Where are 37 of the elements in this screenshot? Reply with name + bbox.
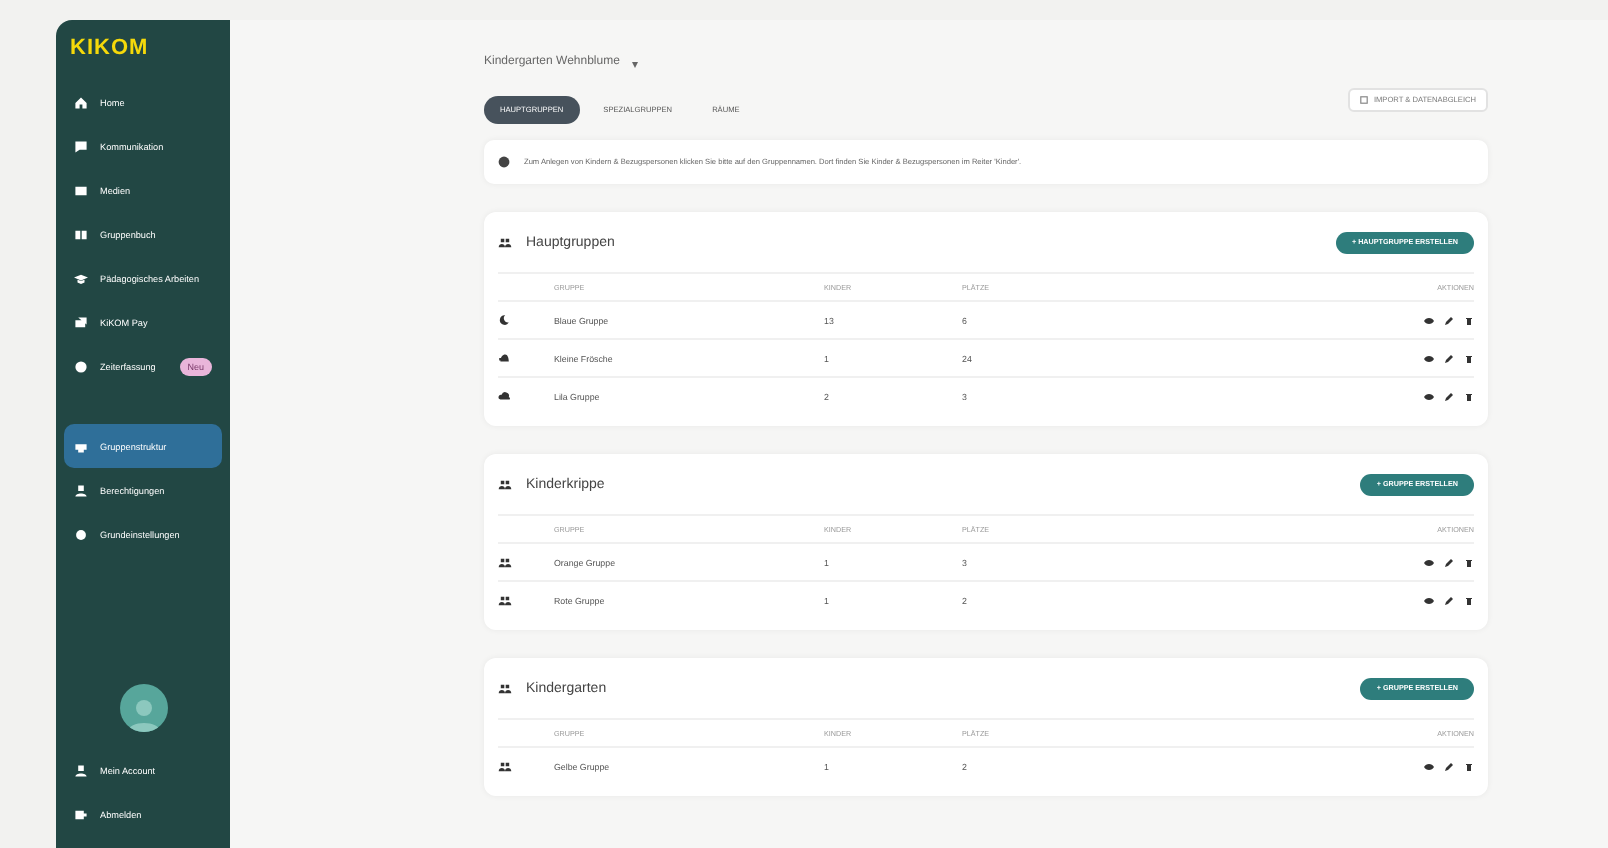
pencil-icon (1444, 557, 1454, 567)
animal-icon (498, 352, 510, 364)
pencil-icon (1444, 761, 1454, 771)
pencil-icon (1444, 595, 1454, 605)
eye-icon (1424, 391, 1434, 401)
people-icon (498, 593, 512, 607)
eye-icon (1424, 353, 1434, 363)
trash-icon (1464, 595, 1474, 605)
trash-icon (1464, 391, 1474, 401)
logo: KIKOM (68, 36, 151, 64)
trash-icon (1464, 315, 1474, 325)
people-icon (498, 681, 512, 695)
exit-icon (74, 807, 88, 821)
eye-icon (1424, 557, 1434, 567)
people-icon (498, 759, 512, 773)
trash-icon (1464, 353, 1474, 363)
image-icon (74, 183, 88, 197)
pencil-icon (1444, 315, 1454, 325)
trash-icon (1464, 761, 1474, 771)
eye-icon (1424, 761, 1434, 771)
user-icon (74, 763, 88, 777)
people-icon (498, 235, 512, 249)
pencil-icon (1444, 391, 1454, 401)
chat-icon (74, 139, 88, 153)
trash-icon (1464, 557, 1474, 567)
avatar-placeholder (119, 684, 167, 732)
home-icon (74, 95, 88, 109)
graduation-cap-icon (74, 271, 88, 285)
people-icon (498, 555, 512, 569)
pencil-icon (1444, 353, 1454, 363)
cloud-icon (498, 390, 510, 402)
moon-icon (498, 314, 510, 326)
eye-icon (1424, 595, 1434, 605)
user-icon (74, 483, 88, 497)
book-icon (74, 227, 88, 241)
eye-icon (1424, 315, 1434, 325)
people-icon (498, 477, 512, 491)
